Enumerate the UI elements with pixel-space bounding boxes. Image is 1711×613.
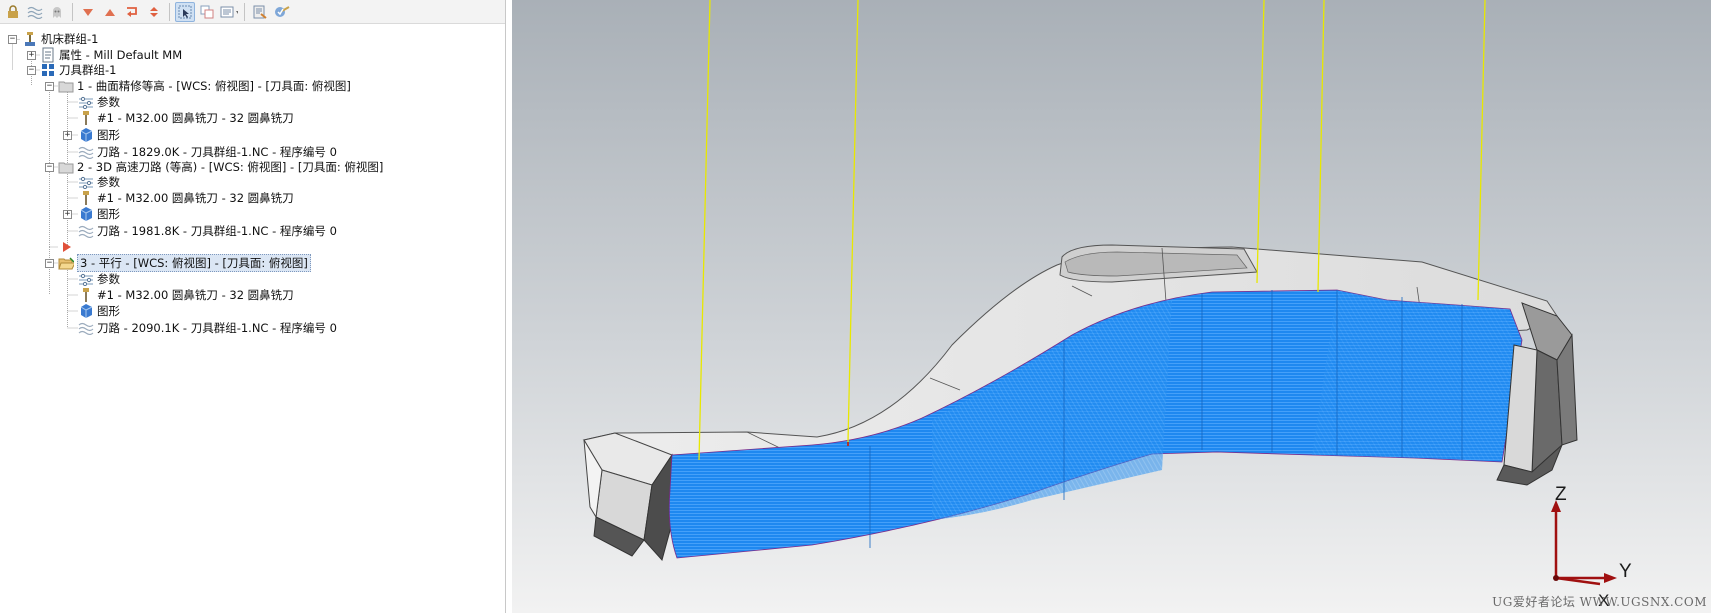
operation-1-title: 1 - 曲面精修等高 - [WCS: 俯视图] - [刀具面: 俯视图] [77,79,351,93]
operations-tree: − 机床群组-1 + 属性 - Mill Default MM − 刀具群组-1… [0,30,505,613]
select-cursor-icon[interactable] [175,1,195,22]
tree-node-operation-2[interactable]: 2 - 3D 高速刀路 (等高) - [WCS: 俯视图] - [刀具面: 俯视… [58,159,383,175]
machine-group-label: 机床群组-1 [41,32,99,46]
tree-node-tool-group[interactable]: 刀具群组-1 [40,62,116,78]
open-folder-icon [58,255,74,271]
tree-node-op3-tool[interactable]: #1 - M32.00 圆鼻铣刀 - 32 圆鼻铣刀 [78,287,294,303]
properties-label: 属性 - Mill Default MM [59,48,183,62]
op3-geometry-label: 图形 [97,304,120,318]
collapse-toggle[interactable]: − [45,163,54,172]
tree-node-op3-params[interactable]: 参数 [78,271,120,287]
insert-position-marker[interactable] [62,239,72,255]
verify-icon[interactable] [272,2,292,22]
move-down-icon[interactable] [78,2,98,22]
viewport-scene [512,0,1711,613]
op2-tool-label: #1 - M32.00 圆鼻铣刀 - 32 圆鼻铣刀 [97,191,294,205]
op1-toolpath-label: 刀路 - 1829.0K - 刀具群组-1.NC - 程序编号 0 [97,145,337,159]
folder-icon [58,159,74,175]
machine-group-icon [22,31,38,47]
op1-params-label: 参数 [97,95,120,109]
op1-geometry-label: 图形 [97,128,120,142]
op1-tool-label: #1 - M32.00 圆鼻铣刀 - 32 圆鼻铣刀 [97,111,294,125]
collapse-toggle[interactable]: − [27,66,36,75]
move-up-icon[interactable] [100,2,120,22]
display-options-icon[interactable] [219,2,239,22]
operation-2-title: 2 - 3D 高速刀路 (等高) - [WCS: 俯视图] - [刀具面: 俯视… [77,160,384,174]
expand-collapse-icon[interactable] [144,2,164,22]
regenerate-icon[interactable] [250,2,270,22]
op3-toolpath-label: 刀路 - 2090.1K - 刀具群组-1.NC - 程序编号 0 [97,321,337,335]
expand-toggle[interactable]: + [27,51,36,60]
operations-toolbar [0,0,505,24]
tree-node-op3-geometry[interactable]: 图形 [78,303,120,319]
tree-node-op2-toolpath[interactable]: 刀路 - 1981.8K - 刀具群组-1.NC - 程序编号 0 [78,223,337,239]
tree-node-op2-geometry[interactable]: 图形 [78,206,120,222]
tool-icon [78,110,94,126]
copy-icon[interactable] [197,2,217,22]
geometry-icon [78,303,94,319]
parameters-icon [78,271,94,287]
axis-z-label: Z [1555,484,1567,505]
tree-node-op1-params[interactable]: 参数 [78,94,120,110]
tree-node-properties[interactable]: 属性 - Mill Default MM [40,47,182,63]
lock-icon[interactable] [3,2,23,22]
tree-node-op1-toolpath[interactable]: 刀路 - 1829.0K - 刀具群组-1.NC - 程序编号 0 [78,144,337,160]
tree-node-op1-geometry[interactable]: 图形 [78,127,120,143]
insert-arrow-icon [63,242,71,252]
parameters-icon [78,174,94,190]
ghost-icon[interactable] [47,2,67,22]
tree-node-operation-3[interactable]: 3 - 平行 - [WCS: 俯视图] - [刀具面: 俯视图] [58,254,311,272]
tree-node-machine-group[interactable]: 机床群组-1 [22,31,98,47]
tool-group-label: 刀具群组-1 [59,63,117,77]
tree-node-op2-tool[interactable]: #1 - M32.00 圆鼻铣刀 - 32 圆鼻铣刀 [78,190,294,206]
op2-toolpath-label: 刀路 - 1981.8K - 刀具群组-1.NC - 程序编号 0 [97,224,337,238]
tool-icon [78,190,94,206]
op3-tool-label: #1 - M32.00 圆鼻铣刀 - 32 圆鼻铣刀 [97,288,294,302]
parameters-icon [78,94,94,110]
expand-toggle[interactable]: + [63,131,72,140]
tree-node-operation-1[interactable]: 1 - 曲面精修等高 - [WCS: 俯视图] - [刀具面: 俯视图] [58,78,351,94]
collapse-toggle[interactable]: − [45,82,54,91]
operation-3-title: 3 - 平行 - [WCS: 俯视图] - [刀具面: 俯视图] [77,254,311,272]
geometry-icon [78,127,94,143]
insert-arrow-icon[interactable] [122,2,142,22]
op2-params-label: 参数 [97,175,120,189]
toolpath-icon [78,223,94,239]
axis-y-label: Y [1619,561,1632,582]
tool-group-icon [40,62,56,78]
graphics-viewport[interactable]: Z Y X UG爱好者论坛 WWW.UGSNX.COM [512,0,1711,613]
collapse-toggle[interactable]: − [45,259,54,268]
expand-toggle[interactable]: + [63,210,72,219]
tree-node-op2-params[interactable]: 参数 [78,174,120,190]
geometry-icon [78,206,94,222]
tree-node-op1-tool[interactable]: #1 - M32.00 圆鼻铣刀 - 32 圆鼻铣刀 [78,110,294,126]
op3-params-label: 参数 [97,272,120,286]
folder-icon [58,78,74,94]
watermark-text: UG爱好者论坛 WWW.UGSNX.COM [1492,595,1707,609]
properties-icon [40,47,56,63]
operations-manager-panel: − 机床群组-1 + 属性 - Mill Default MM − 刀具群组-1… [0,0,506,613]
op2-geometry-label: 图形 [97,207,120,221]
collapse-toggle[interactable]: − [8,35,17,44]
toolpath-icon [78,144,94,160]
tool-icon [78,287,94,303]
toolpath-toggle-icon[interactable] [25,2,45,22]
toolpath-icon [78,320,94,336]
tree-node-op3-toolpath[interactable]: 刀路 - 2090.1K - 刀具群组-1.NC - 程序编号 0 [78,320,337,336]
